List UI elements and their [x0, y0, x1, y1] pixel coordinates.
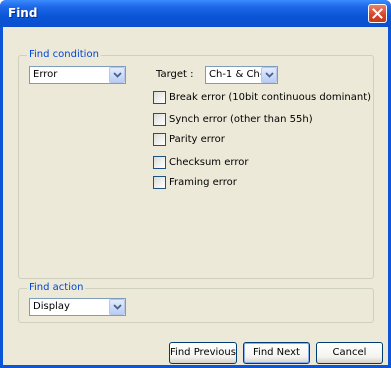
- target-select[interactable]: Ch-1 & Ch-2: [205, 66, 278, 84]
- chevron-down-icon: [112, 72, 122, 78]
- synch-error-label: Synch error (other than 55h): [169, 114, 313, 125]
- break-error-checkbox[interactable]: [153, 91, 166, 104]
- find-action-select[interactable]: Display: [29, 298, 126, 316]
- find-previous-button[interactable]: Find Previous: [169, 342, 237, 364]
- checksum-error-checkbox[interactable]: [153, 156, 166, 169]
- target-dropdown-button[interactable]: [261, 67, 277, 83]
- window-title: Find: [8, 6, 38, 20]
- dialog-body: Find condition Error Target : Ch-1 & Ch-…: [3, 27, 388, 365]
- close-button[interactable]: [368, 4, 387, 23]
- chevron-down-icon: [112, 304, 122, 310]
- condition-type-value: Error: [33, 69, 58, 80]
- close-icon: [372, 8, 383, 19]
- condition-type-dropdown-button[interactable]: [109, 67, 125, 83]
- find-action-label: Find action: [27, 282, 86, 294]
- parity-error-checkbox[interactable]: [153, 133, 166, 146]
- target-label: Target :: [156, 69, 194, 80]
- find-action-dropdown-button[interactable]: [109, 299, 125, 315]
- title-bar[interactable]: Find: [0, 0, 391, 27]
- synch-error-checkbox[interactable]: [153, 113, 166, 126]
- break-error-label: Break error (10bit continuous dominant): [169, 92, 372, 103]
- checksum-error-label: Checksum error: [169, 157, 249, 168]
- find-next-button[interactable]: Find Next: [243, 342, 310, 364]
- chevron-down-icon: [264, 72, 274, 78]
- condition-type-select[interactable]: Error: [29, 66, 126, 84]
- find-action-value: Display: [33, 301, 70, 312]
- find-condition-label: Find condition: [27, 49, 101, 61]
- parity-error-label: Parity error: [169, 134, 225, 145]
- find-dialog: Find Find condition Error Target : Ch-1 …: [0, 0, 391, 368]
- cancel-button[interactable]: Cancel: [316, 342, 383, 364]
- framing-error-checkbox[interactable]: [153, 176, 166, 189]
- framing-error-label: Framing error: [169, 177, 237, 188]
